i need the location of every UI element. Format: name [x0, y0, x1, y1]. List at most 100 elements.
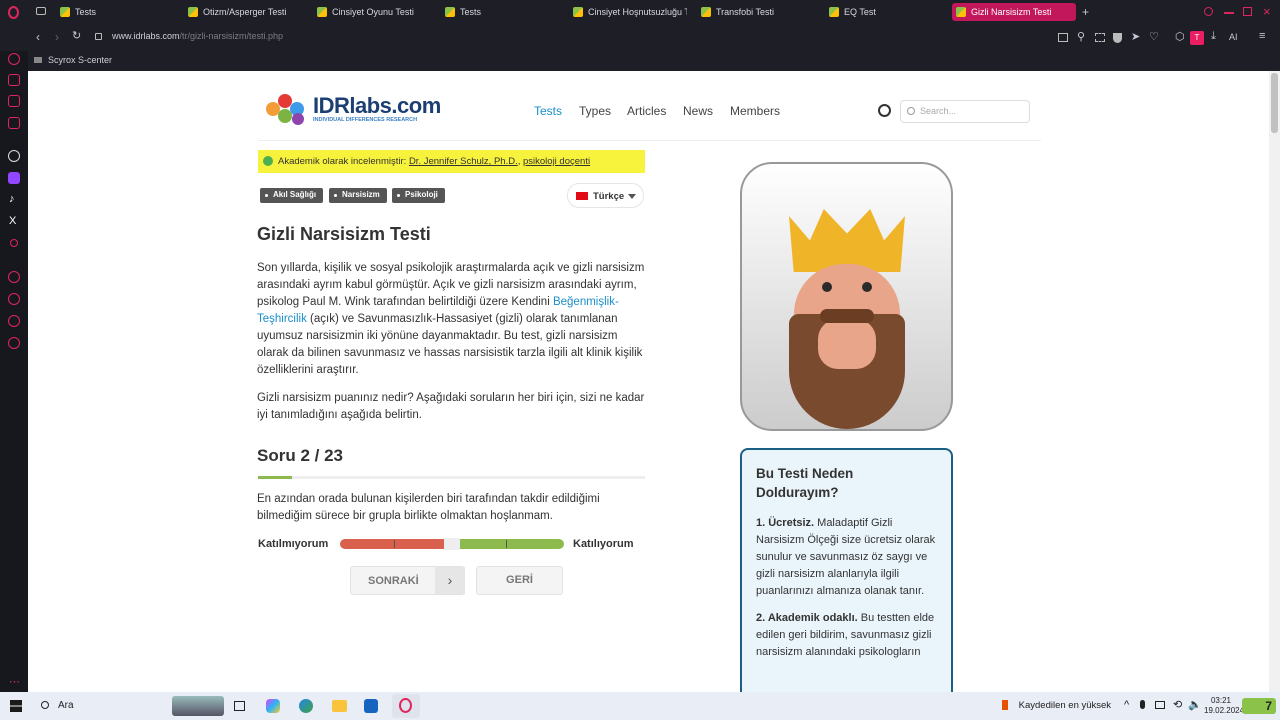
tab-favicon-icon	[573, 7, 583, 17]
maximize-icon[interactable]	[1243, 7, 1252, 16]
send-icon[interactable]: ➤	[1131, 32, 1140, 43]
whatsapp-icon[interactable]	[8, 117, 20, 129]
tab-2[interactable]: Otizm/Asperger Testi	[184, 3, 304, 21]
history-icon[interactable]	[8, 293, 20, 305]
web-page: IDRlabs.com INDIVIDUAL DIFFERENCES RESEA…	[28, 71, 1269, 692]
search-icon	[41, 701, 49, 709]
extensions-icon[interactable]: ⬡	[1175, 32, 1185, 43]
theme-toggle-icon[interactable]	[878, 104, 891, 117]
intro-paragraph: Son yıllarda, kişilik ve sosyal psikoloj…	[257, 262, 645, 376]
more-icon[interactable]: ⋯	[9, 677, 20, 688]
slider-tick	[394, 540, 395, 548]
verified-icon	[263, 156, 273, 166]
tab-favicon-icon	[445, 7, 455, 17]
search-tabs-icon[interactable]	[1204, 7, 1213, 16]
tag-akil-sagligi[interactable]: Akıl Sağlığı	[260, 188, 324, 203]
shield-icon[interactable]	[1113, 33, 1122, 43]
chatgpt-icon[interactable]	[8, 150, 20, 162]
language-selector[interactable]: Türkçe	[567, 183, 644, 208]
taskbar-search[interactable]: Ara	[36, 696, 224, 716]
tab-favicon-icon	[701, 7, 711, 17]
tab-1[interactable]: Tests	[56, 3, 176, 21]
slider-handle[interactable]	[444, 538, 460, 550]
tab-6[interactable]: Transfobi Testi	[697, 3, 817, 21]
tab-menu-icon[interactable]	[36, 7, 46, 15]
tiktok-icon[interactable]: ♪	[9, 194, 15, 205]
search-input[interactable]: Search...	[900, 100, 1030, 123]
answer-slider[interactable]	[340, 538, 564, 550]
nav-members[interactable]: Members	[730, 104, 780, 118]
copilot-icon[interactable]	[266, 699, 280, 713]
workspaces-icon[interactable]	[8, 74, 20, 86]
settings-icon[interactable]	[8, 337, 20, 349]
browser-sidebar: ♪ X ⋯	[0, 51, 28, 692]
tab-favicon-icon	[829, 7, 839, 17]
chevron-right-icon: ›	[435, 567, 465, 594]
x-icon[interactable]: X	[9, 216, 16, 227]
edge-icon[interactable]	[299, 699, 313, 713]
address-bar: ‹ › ↻ www.idrlabs.com/tr/gizli-narsisizm…	[0, 25, 1280, 51]
file-explorer-icon[interactable]	[332, 700, 347, 712]
notification-area[interactable]: Kaydedilen en yüksek	[1002, 700, 1111, 711]
nav-news[interactable]: News	[683, 104, 713, 118]
tab-3[interactable]: Cinsiyet Oyunu Testi	[313, 3, 433, 21]
outlook-icon[interactable]	[364, 699, 378, 713]
back-icon[interactable]: ‹	[36, 31, 40, 43]
reviewer-link[interactable]: Dr. Jennifer Schulz, Ph.D.	[409, 156, 518, 167]
tab-7[interactable]: EQ Test	[825, 3, 945, 21]
chat-icon[interactable]	[8, 315, 20, 327]
new-tab-icon[interactable]: +	[1082, 6, 1089, 18]
next-button[interactable]: SONRAKİ ›	[350, 566, 465, 595]
clock[interactable]: 03:21 19.02.2024	[1204, 696, 1244, 716]
volume-icon[interactable]: 🔈	[1188, 700, 1202, 711]
close-window-icon[interactable]: ×	[1263, 5, 1271, 18]
opera-taskbar-button[interactable]	[392, 694, 420, 718]
page-scrollbar[interactable]	[1269, 71, 1280, 692]
nav-tests[interactable]: Tests	[534, 104, 562, 118]
snapshot-icon[interactable]	[1095, 33, 1105, 42]
tag-narsisizm[interactable]: Narsisizm	[329, 188, 387, 203]
tab-5[interactable]: Cinsiyet Hoşnutsuzluğu Te	[569, 3, 687, 21]
site-logo[interactable]: IDRlabs.com INDIVIDUAL DIFFERENCES RESEA…	[266, 92, 446, 128]
url-field[interactable]: www.idrlabs.com/tr/gizli-narsisizm/testi…	[112, 31, 283, 41]
mic-icon[interactable]	[1140, 700, 1145, 709]
scrollbar-thumb[interactable]	[1271, 73, 1278, 133]
menu-icon[interactable]: ≡	[1259, 31, 1265, 42]
download-icon[interactable]: ⤓	[1211, 31, 1216, 42]
messenger-icon[interactable]	[8, 95, 20, 107]
page-title: Gizli Narsisizm Testi	[257, 224, 431, 244]
reviewer-role-link[interactable]: psikoloji doçenti	[523, 156, 590, 167]
music-icon[interactable]	[10, 239, 18, 247]
logo-subtitle: INDIVIDUAL DIFFERENCES RESEARCH	[313, 117, 418, 123]
task-view-icon[interactable]	[234, 701, 245, 711]
pin-icon[interactable]: ⚲	[1077, 32, 1085, 43]
network-icon[interactable]: ⟲	[1173, 700, 1182, 711]
twitch-icon[interactable]	[8, 172, 20, 184]
speed-dial-icon[interactable]	[8, 271, 20, 283]
aria-icon[interactable]	[8, 53, 20, 65]
notification-badge[interactable]: 7	[1242, 698, 1276, 714]
windows-start-icon[interactable]	[10, 700, 22, 712]
reload-icon[interactable]: ↻	[72, 31, 81, 42]
aria-ai-icon[interactable]: AI	[1229, 33, 1238, 42]
minimize-icon[interactable]	[1224, 12, 1234, 14]
opera-logo-icon[interactable]	[8, 6, 19, 19]
nav-articles[interactable]: Articles	[627, 104, 666, 118]
progress-track	[258, 476, 645, 479]
tab-active[interactable]: Gizli Narsisizm Testi	[952, 3, 1076, 21]
review-banner: Akademik olarak incelenmiştir: Dr. Jenni…	[258, 150, 645, 173]
tab-4[interactable]: Tests	[441, 3, 561, 21]
profile-avatar[interactable]: T	[1190, 31, 1204, 45]
chevron-up-icon[interactable]: ^	[1124, 700, 1129, 711]
forward-icon[interactable]: ›	[55, 31, 59, 43]
display-icon[interactable]	[1155, 701, 1165, 709]
chevron-down-icon	[628, 194, 636, 199]
tag-psikoloji[interactable]: Psikoloji	[392, 188, 445, 203]
bookmark-item[interactable]: Scyrox S-center	[34, 55, 112, 65]
test-illustration	[740, 162, 953, 431]
heart-icon[interactable]: ♡	[1149, 32, 1159, 43]
intro-question-paragraph: Gizli narsisizm puanınız nedir? Aşağıdak…	[257, 392, 645, 421]
sidebar-toggle-icon[interactable]	[1058, 33, 1068, 42]
nav-types[interactable]: Types	[579, 104, 611, 118]
back-button[interactable]: GERİ	[476, 566, 563, 595]
